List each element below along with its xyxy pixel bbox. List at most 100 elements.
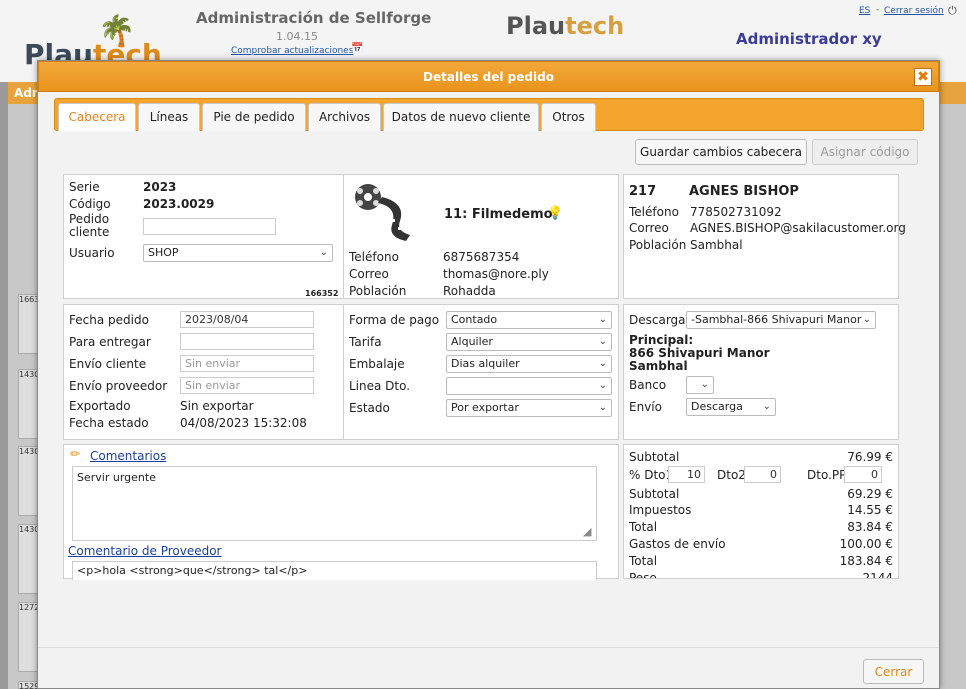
language-link[interactable]: ES [859, 6, 870, 16]
shop-correo: thomas@nore.ply [443, 267, 549, 281]
descarga-select[interactable]: -Sambhal-866 Shivapuri Manor ⌄ [686, 311, 876, 329]
pencil-icon[interactable]: ✏ [70, 447, 80, 461]
dto1-input[interactable]: 10 [668, 466, 705, 483]
estado-value: Por exportar [451, 401, 519, 414]
subtotal2-label: Subtotal [629, 487, 680, 501]
para-entregar-label: Para entregar [69, 335, 151, 349]
embalaje-value: Dias alquiler [451, 357, 520, 370]
check-updates-link[interactable]: Comprobar actualizaciones [231, 46, 353, 56]
pedido-cliente-label: Pedido cliente [69, 212, 110, 239]
tarifa-label: Tarifa [349, 335, 382, 349]
tarifa-value: Alquiler [451, 335, 493, 348]
forma-pago-label: Forma de pago [349, 313, 440, 327]
dto2-label: Dto2 [717, 468, 746, 482]
envio-proveedor-label: Envío proveedor [69, 379, 168, 393]
tab-bar: Cabecera Líneas Pie de pedido Archivos D… [54, 98, 924, 131]
usuario-value: SHOP [148, 246, 179, 259]
gastos-envio-label: Gastos de envío [629, 537, 726, 551]
fecha-pedido-input[interactable]: 2023/08/04 [180, 311, 314, 328]
codigo-label: Código [69, 197, 111, 211]
envio-proveedor-input[interactable]: Sin enviar [180, 377, 314, 394]
shop-telefono: 6875687354 [443, 250, 520, 264]
comentarios-link[interactable]: Comentarios [90, 449, 166, 463]
assign-code-button[interactable]: Asignar código [812, 139, 918, 165]
chevron-down-icon: ⌄ [598, 380, 607, 391]
customer-panel: 217 AGNES BISHOP Teléfono 778502731092 C… [623, 174, 906, 299]
power-icon[interactable]: ⏻ [948, 4, 957, 18]
dto1-label: % Dto1 [629, 468, 674, 482]
envio-cliente-input[interactable]: Sin enviar [180, 355, 314, 372]
chevron-down-icon: ⌄ [762, 401, 771, 412]
pedido-cliente-input[interactable] [143, 218, 276, 235]
user-name: Administrador xy [736, 30, 882, 48]
chevron-down-icon: ⌄ [862, 314, 871, 325]
dialog-header: Detalles del pedido ✖ [38, 61, 939, 92]
envio-select[interactable]: Descarga ⌄ [686, 398, 776, 416]
estado-label: Estado [349, 401, 390, 415]
principal-address-line1: 866 Shivapuri Manor [629, 346, 770, 360]
total-value: 83.84 € [847, 520, 893, 534]
save-header-button[interactable]: Guardar cambios cabecera [635, 139, 807, 165]
shop-telefono-label: Teléfono [349, 250, 399, 264]
customer-poblacion-label: Población [629, 238, 687, 252]
lightbulb-icon[interactable]: 💡 [547, 206, 563, 221]
principal-label: Principal: [629, 333, 694, 347]
total2-value: 183.84 € [839, 554, 893, 568]
subtotal-value: 76.99 € [847, 450, 893, 464]
customer-id: 217 [629, 184, 657, 199]
linea-dto-select[interactable]: ⌄ [446, 377, 612, 395]
dtopp-input[interactable]: 0 [844, 466, 882, 483]
exportado-label: Exportado [69, 399, 131, 413]
banco-label: Banco [629, 378, 667, 392]
shop-correo-label: Correo [349, 267, 389, 281]
app-title: Administración de Sellforge [196, 9, 432, 27]
subtotal2-value: 69.29 € [847, 487, 893, 501]
subtotal-label: Subtotal [629, 450, 680, 464]
total-label: Total [629, 520, 658, 534]
header-separator: - [876, 5, 880, 15]
calendar-icon[interactable]: 📅 [351, 43, 363, 54]
logout-link[interactable]: Cerrar sesión [884, 6, 944, 16]
film-reel-icon [355, 184, 410, 241]
tab-archivos[interactable]: Archivos [308, 103, 381, 131]
dto2-input[interactable]: 0 [744, 466, 781, 483]
usuario-select[interactable]: SHOP ⌄ [143, 244, 333, 262]
serie-label: Serie [69, 180, 100, 194]
tab-datos-nuevo-cliente[interactable]: Datos de nuevo cliente [383, 103, 539, 131]
customer-correo-label: Correo [629, 221, 669, 235]
tab-otros[interactable]: Otros [541, 103, 596, 131]
chevron-down-icon: ⌄ [700, 379, 709, 390]
embalaje-select[interactable]: Dias alquiler ⌄ [446, 355, 612, 373]
banco-select[interactable]: ⌄ [686, 376, 714, 394]
dialog-title: Detalles del pedido [423, 70, 554, 84]
close-icon[interactable]: ✖ [914, 68, 932, 86]
comentarios-textarea[interactable]: Servir urgente [72, 466, 597, 541]
usuario-label: Usuario [69, 246, 115, 260]
total2-label: Total [629, 554, 658, 568]
estado-select[interactable]: Por exportar ⌄ [446, 399, 612, 417]
order-details-dialog: Detalles del pedido ✖ Cabecera Líneas Pi… [37, 60, 940, 689]
tab-cabecera[interactable]: Cabecera [58, 103, 136, 131]
exportado-value: Sin exportar [180, 399, 254, 413]
shipping-panel: Descarga -Sambhal-866 Shivapuri Manor ⌄ P… [623, 304, 899, 440]
forma-pago-select[interactable]: Contado ⌄ [446, 311, 612, 329]
customer-name: AGNES BISHOP [689, 184, 799, 199]
comentario-proveedor-link[interactable]: Comentario de Proveedor [68, 544, 222, 558]
tarifa-select[interactable]: Alquiler ⌄ [446, 333, 612, 351]
tab-pie-de-pedido[interactable]: Pie de pedido [202, 103, 306, 131]
serie-value: 2023 [143, 180, 177, 194]
resize-handle-icon[interactable]: ◢ [583, 525, 591, 538]
comentario-proveedor-textarea[interactable]: <p>hola <strong>que</strong> tal</p> [72, 561, 597, 580]
forma-pago-value: Contado [451, 313, 498, 326]
principal-address-line2: Sambhal [629, 359, 688, 373]
tab-lineas[interactable]: Líneas [138, 103, 200, 131]
linea-dto-label: Linea Dto. [349, 379, 411, 393]
dtopp-label: Dto.PP [807, 468, 847, 482]
plautech-logo: Plautech [506, 12, 625, 40]
para-entregar-input[interactable] [180, 333, 314, 350]
close-button[interactable]: Cerrar [863, 659, 924, 684]
envio-cliente-label: Envío cliente [69, 357, 147, 371]
peso-value: 2144 [862, 571, 893, 579]
shop-poblacion-label: Población [349, 284, 407, 298]
chevron-down-icon: ⌄ [598, 336, 607, 347]
